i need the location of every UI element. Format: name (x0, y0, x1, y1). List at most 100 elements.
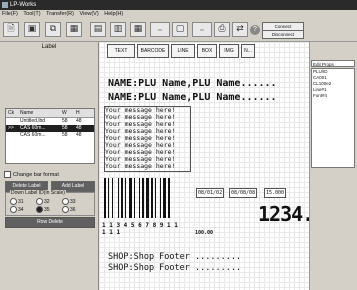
format-icon[interactable]: ▤ (90, 22, 106, 37)
list-icon[interactable]: ▦ (130, 22, 146, 37)
list-item[interactable]: >> CAS 60m... 58 48 (6, 125, 94, 132)
sell-by-date-field[interactable]: 08/08/08 (229, 188, 258, 198)
radio-36-label: 36 (70, 206, 76, 213)
radio-35-dot[interactable] (36, 206, 43, 213)
memo-icon[interactable]: ▭ (150, 22, 170, 37)
barcode-bar (108, 178, 110, 218)
barcode-bar (151, 178, 154, 218)
row-name: CAS 60m... (20, 132, 46, 138)
canvas-tool-box[interactable]: BOX (197, 44, 217, 58)
col-w: W (62, 110, 67, 116)
row-w: 58 (62, 125, 68, 131)
message-box[interactable]: Your message here! Your message here! Yo… (104, 106, 191, 172)
barcode-bar (112, 178, 114, 218)
radio-34-dot[interactable] (10, 206, 17, 213)
property-list[interactable]: PLU/ID CA001 CL100e2 Line#1 Font#4 (311, 68, 355, 168)
menu-help[interactable]: Help(H) (102, 10, 125, 19)
checkbox-box[interactable] (4, 171, 11, 178)
property-select[interactable]: Edit Props (311, 60, 355, 67)
row-delete-button[interactable]: Row Delete (5, 217, 95, 228)
unit-price[interactable]: 100.00 (195, 230, 213, 236)
barcode-bar (146, 178, 149, 218)
row-name: Untitled.lbd (20, 118, 46, 124)
plu-name-line-2[interactable]: NAME:PLU Name,PLU Name...... (108, 92, 277, 103)
radio-36[interactable]: 36 (62, 206, 76, 213)
transfer-icon[interactable]: ⇄ (232, 22, 248, 37)
save-icon[interactable]: ▣ (24, 22, 40, 37)
label-panel: Label Ck Name W H Untitled.lbd 58 48 >> … (0, 42, 98, 290)
radio-33-dot[interactable] (62, 198, 69, 205)
disconnect-button[interactable]: Disconnect (262, 30, 304, 39)
canvas-tool-line[interactable]: LINE (171, 44, 195, 58)
app-icon (2, 2, 8, 8)
col-name: Name (20, 110, 34, 116)
barcode-bar (129, 178, 133, 218)
canvas-tool-barcode[interactable]: BARCODE (137, 44, 169, 58)
barcode-bar (125, 178, 126, 218)
menu-tool[interactable]: Tool(T) (21, 10, 42, 19)
row-ck: >> (8, 125, 14, 131)
radio-35-label: 35 (44, 206, 50, 213)
col-h: H (76, 110, 80, 116)
barcode-bar (120, 178, 123, 218)
copy-icon[interactable]: ⧉ (45, 22, 61, 37)
packed-date-field[interactable]: 08/01/02 (196, 188, 225, 198)
radio-36-dot[interactable] (62, 206, 69, 213)
shop-footer-line-2[interactable]: SHOP:Shop Footer ......... (108, 263, 241, 273)
list-item[interactable]: Untitled.lbd 58 48 (6, 118, 94, 125)
barcode[interactable] (104, 178, 178, 224)
new-icon[interactable]: 🗎 (3, 22, 19, 37)
barcode-bar (104, 178, 106, 218)
canvas-tool-img[interactable]: IMG (219, 44, 239, 58)
change-format-checkbox[interactable]: Change bar format (4, 171, 59, 178)
row-h: 48 (76, 125, 82, 131)
row-w: 58 (62, 118, 68, 124)
radio-32-dot[interactable] (36, 198, 43, 205)
title-bar: LP-Works (0, 0, 357, 10)
radio-35[interactable]: 35 (36, 206, 50, 213)
help-icon[interactable]: ? (250, 25, 260, 35)
radio-34[interactable]: 34 (10, 206, 24, 213)
radio-32-label: 32 (44, 198, 50, 205)
menu-view[interactable]: View(V) (78, 10, 101, 19)
radio-31-label: 31 (18, 198, 24, 205)
menu-bar: File(F) Tool(T) Transfer(R) View(V) Help… (0, 10, 357, 19)
barcode-number: 1 1 3 4 5 6 7 8 9 1 1 1 1 1 (102, 222, 178, 236)
window-title: LP-Works (10, 2, 37, 8)
menu-file[interactable]: File(F) (0, 10, 20, 19)
table-icon[interactable]: ▥ (110, 22, 126, 37)
print-icon[interactable]: ⎙ (214, 22, 230, 37)
canvas-tool-text[interactable]: TEXT (107, 44, 135, 58)
plu-name-line-1[interactable]: NAME:PLU Name,PLU Name...... (108, 78, 277, 89)
label-list-header: Ck Name W H (6, 109, 94, 118)
row-h: 48 (76, 118, 82, 124)
list-item[interactable]: Font#4 (313, 93, 354, 99)
barcode-bar (168, 178, 170, 218)
col-ck: Ck (8, 110, 15, 116)
weight-field[interactable]: 15.000 (264, 188, 287, 198)
checkbox-label: Change bar format (13, 171, 59, 178)
barcode-bar (117, 178, 119, 218)
radio-31[interactable]: 31 (10, 198, 24, 205)
grid-icon[interactable]: ▦ (66, 22, 82, 37)
monitor-icon[interactable]: ▢ (172, 22, 188, 37)
row-w: 58 (62, 132, 68, 138)
radio-31-dot[interactable] (10, 198, 17, 205)
message-line: Your message here! (105, 162, 176, 170)
app-window: LP-Works File(F) Tool(T) Transfer(R) Vie… (0, 0, 357, 290)
barcode-bar (159, 178, 161, 218)
list-item[interactable]: CAS 60m... 58 48 (6, 132, 94, 139)
row-name: CAS 60m... (20, 125, 46, 131)
shop-footer-line-1[interactable]: SHOP:Shop Footer ......... (108, 252, 241, 262)
canvas-tool-more[interactable]: N... (241, 44, 255, 58)
radio-33-label: 33 (70, 198, 76, 205)
radio-32[interactable]: 32 (36, 198, 50, 205)
label-list[interactable]: Ck Name W H Untitled.lbd 58 48 >> CAS 60… (5, 108, 95, 164)
barcode-bar (134, 178, 136, 218)
properties-panel: Edit Props PLU/ID CA001 CL100e2 Line#1 F… (309, 42, 357, 290)
barcode-bar (141, 178, 144, 218)
radio-33[interactable]: 33 (62, 198, 76, 205)
barcode-bar (155, 178, 157, 218)
menu-transfer[interactable]: Transfer(R) (44, 10, 76, 19)
scale-icon[interactable]: ▭ (192, 22, 212, 37)
